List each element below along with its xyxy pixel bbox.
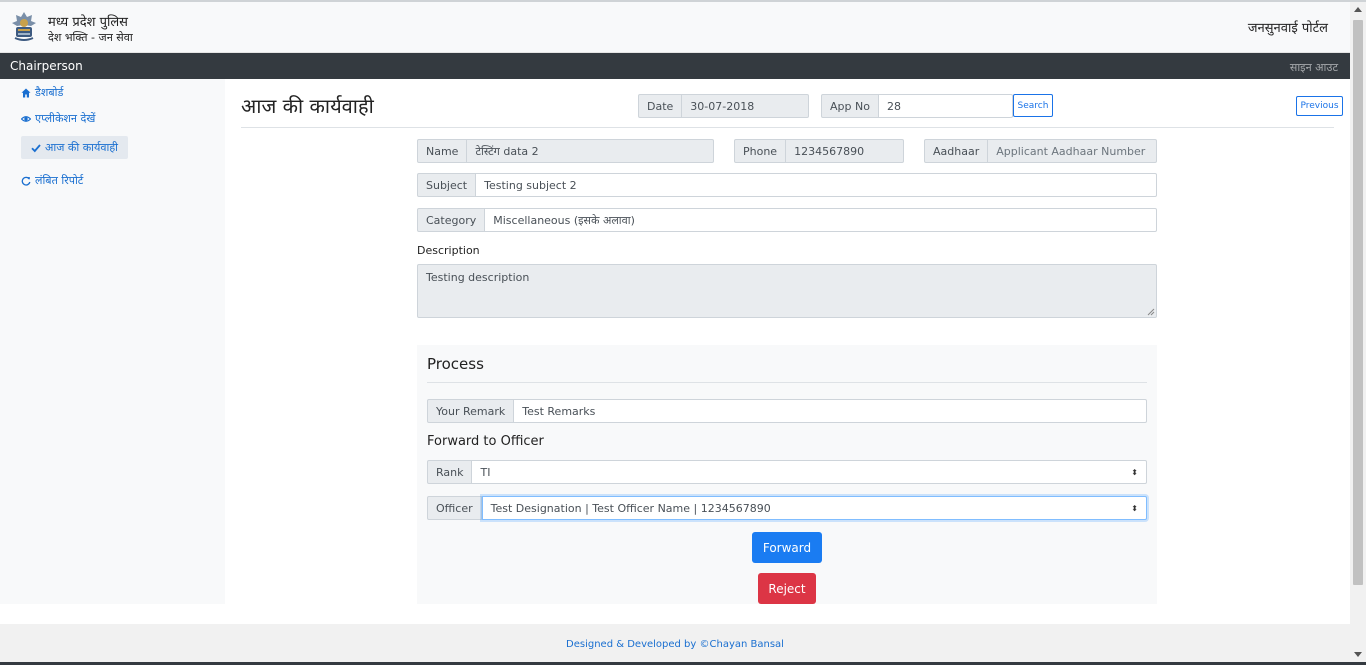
rank-label: Rank (427, 460, 473, 484)
remark-label: Your Remark (427, 399, 515, 423)
site-header: मध्य प्रदेश पुलिस देश भक्ति - जन सेवा जन… (0, 2, 1350, 53)
description-label: Description (417, 244, 480, 257)
rank-selected-value: TI (480, 465, 491, 479)
aadhaar-label: Aadhaar (924, 139, 989, 163)
sidebar-item-todays-proceedings[interactable]: आज की कार्यवाही (21, 136, 129, 159)
remark-input-group: Your Remark Test Remarks (427, 399, 1147, 423)
process-divider (427, 382, 1147, 383)
rank-input-group: Rank TI ⬍ (427, 460, 1147, 484)
officer-select[interactable]: Test Designation | Test Officer Name | 1… (481, 496, 1147, 520)
appno-label: App No (821, 94, 879, 118)
brand-title: मध्य प्रदेश पुलिस (48, 15, 128, 30)
officer-label: Officer (427, 496, 482, 520)
description-text: Testing description (426, 271, 530, 284)
home-icon (21, 88, 31, 97)
officer-selected-value: Test Designation | Test Officer Name | 1… (490, 501, 771, 515)
phone-field[interactable]: 1234567890 (786, 139, 904, 163)
sidebar-item-label: आज की कार्यवाही (45, 141, 119, 154)
subject-label: Subject (417, 173, 477, 197)
subject-input-group: Subject Testing subject 2 (417, 173, 1157, 197)
date-label: Date (638, 94, 683, 118)
scroll-thumb[interactable] (1353, 20, 1363, 585)
phone-label: Phone (734, 139, 787, 163)
eye-icon (21, 115, 31, 122)
sidebar-item-label: एप्लीकेशन देखें (35, 112, 96, 125)
portal-title: जनसुनवाई पोर्टल (1247, 21, 1328, 36)
sidebar: डैशबोर्ड एप्लीकेशन देखें आज की कार्यवाही… (0, 79, 225, 604)
page-scrollbar[interactable] (1350, 2, 1366, 662)
page-title: आज की कार्यवाही (241, 94, 374, 118)
description-textarea[interactable]: Testing description (417, 264, 1157, 318)
aadhaar-input-group: Aadhaar Applicant Aadhaar Number (924, 139, 1157, 163)
phone-input-group: Phone 1234567890 (734, 139, 904, 163)
appno-input-group: App No 28 (821, 94, 1013, 118)
reject-button[interactable]: Reject (758, 573, 816, 604)
sidebar-item-label: डैशबोर्ड (35, 86, 64, 99)
sidebar-item-pending-reports[interactable]: लंबित रिपोर्ट (21, 173, 83, 188)
refresh-icon (21, 176, 31, 186)
forward-to-officer-title: Forward to Officer (427, 434, 544, 449)
signout-link[interactable]: साइन आउट (1290, 60, 1338, 75)
previous-button[interactable]: Previous (1296, 96, 1343, 116)
footer: Designed & Developed by ©Chayan Bansal (0, 624, 1350, 662)
category-input-group: Category Miscellaneous (इसके अलावा) (417, 208, 1157, 232)
title-divider (241, 127, 1334, 128)
sidebar-item-view-applications[interactable]: एप्लीकेशन देखें (21, 111, 95, 126)
name-input-group: Name टेस्टिंग data 2 (417, 139, 714, 163)
footer-credit[interactable]: Designed & Developed by ©Chayan Bansal (0, 639, 1350, 650)
select-arrows-icon: ⬍ (1131, 503, 1138, 513)
brand-subtitle: देश भक्ति - जन सेवा (48, 31, 133, 44)
category-field[interactable]: Miscellaneous (इसके अलावा) (485, 208, 1157, 232)
scroll-down-arrow-icon[interactable] (1354, 652, 1362, 657)
category-label: Category (417, 208, 486, 232)
process-title: Process (427, 355, 484, 373)
forward-button[interactable]: Forward (752, 532, 822, 563)
top-navbar: Chairperson साइन आउट (0, 53, 1350, 79)
appno-input[interactable]: 28 (878, 94, 1013, 118)
date-input-group: Date 30-07-2018 (638, 94, 809, 118)
remark-input[interactable]: Test Remarks (514, 399, 1147, 423)
search-button[interactable]: Search (1013, 94, 1053, 117)
date-field[interactable]: 30-07-2018 (682, 94, 809, 118)
sidebar-item-dashboard[interactable]: डैशबोर्ड (21, 85, 63, 100)
sidebar-item-label: लंबित रिपोर्ट (35, 174, 84, 187)
scroll-up-arrow-icon[interactable] (1354, 7, 1362, 12)
resize-handle-icon[interactable] (1147, 308, 1155, 316)
process-card: Process Your Remark Test Remarks Forward… (417, 345, 1157, 604)
rank-select[interactable]: TI ⬍ (472, 460, 1147, 484)
officer-input-group: Officer Test Designation | Test Officer … (427, 496, 1147, 520)
name-label: Name (417, 139, 468, 163)
user-role: Chairperson (10, 59, 83, 73)
police-emblem-logo (10, 11, 38, 43)
name-field[interactable]: टेस्टिंग data 2 (467, 139, 714, 163)
aadhaar-field[interactable]: Applicant Aadhaar Number (988, 139, 1157, 163)
subject-field[interactable]: Testing subject 2 (476, 173, 1157, 197)
select-arrows-icon: ⬍ (1131, 467, 1138, 477)
check-icon (31, 143, 41, 152)
